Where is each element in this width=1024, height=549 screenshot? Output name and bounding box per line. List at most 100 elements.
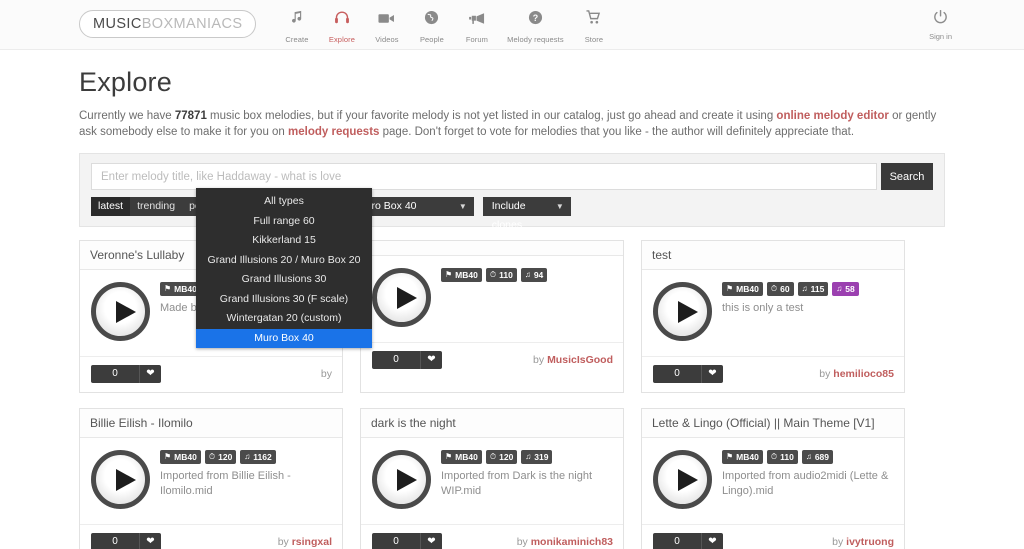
play-button[interactable]: [91, 282, 150, 341]
melody-card-footer: 0 ❤ by: [80, 356, 342, 392]
status-badge-type: ⚑ MB40: [441, 268, 482, 282]
badge-text: MB40: [455, 452, 478, 462]
like-count: 0: [112, 536, 118, 547]
melody-card-footer: 0 ❤ by ivytruong: [642, 524, 904, 549]
play-button[interactable]: [653, 450, 712, 509]
like-button[interactable]: 0 ❤: [653, 533, 723, 549]
melody-badges: ⚑ MB40 ⏱ 120 ♫ 319: [441, 450, 613, 464]
melody-card-footer: 0 ❤ by MusicIsGood: [361, 342, 623, 378]
online-melody-editor-link[interactable]: online melody editor: [776, 110, 888, 122]
melody-author: by hemilioco85: [819, 368, 894, 380]
melody-card-body: ⚑ MB40 ⏱ 110 ♫ 94: [361, 256, 623, 342]
dropdown-option-grand-illusions-30[interactable]: Grand Illusions 30: [196, 270, 372, 290]
sort-tab-latest[interactable]: latest: [91, 197, 131, 216]
melody-card[interactable]: ⚑ MB40 ⏱ 110 ♫ 94 0 ❤ by MusicIsGood: [360, 240, 624, 393]
melody-title: Billie Eilish - Ilomilo: [80, 409, 342, 438]
dropdown-option-grand-illusions-20[interactable]: Grand Illusions 20 / Muro Box 20: [196, 251, 372, 271]
search-input[interactable]: [91, 163, 877, 190]
like-count: 0: [674, 536, 680, 547]
author-link[interactable]: ivytruong: [846, 536, 894, 548]
note-icon: ♫: [524, 270, 531, 279]
melody-type-dropdown-list[interactable]: All types Full range 60 Kikkerland 15 Gr…: [196, 188, 372, 348]
melody-card-footer: 0 ❤ by monikaminich83: [361, 524, 623, 549]
like-button[interactable]: 0 ❤: [91, 533, 161, 549]
melody-title: [361, 241, 623, 256]
nav-item-create[interactable]: Create: [274, 8, 319, 44]
like-button[interactable]: 0 ❤: [372, 351, 442, 369]
like-count: 0: [674, 368, 680, 379]
dropdown-option-wintergatan-20[interactable]: Wintergatan 20 (custom): [196, 309, 372, 329]
melody-count: 77871: [174, 110, 207, 122]
play-button[interactable]: [91, 450, 150, 509]
dropdown-option-kikkerland-15[interactable]: Kikkerland 15: [196, 231, 372, 251]
nav-label-people: People: [419, 35, 444, 44]
sort-tab-trending[interactable]: trending: [130, 197, 182, 216]
like-count: 0: [393, 354, 399, 365]
nav-item-videos[interactable]: Videos: [364, 8, 409, 44]
sign-in-button[interactable]: Sign in: [929, 9, 952, 41]
melody-card-body: ⚑ MB40 ⏱ 110 ♫ 689 Imported from audio2midi…: [642, 438, 904, 524]
nav-item-people[interactable]: People: [409, 8, 454, 44]
tag-icon: ⚑: [445, 270, 453, 279]
nav-item-explore[interactable]: Explore: [319, 8, 364, 44]
note-icon: ♫: [244, 452, 251, 461]
badge-text: 115: [810, 284, 825, 294]
search-row: Search: [91, 163, 933, 190]
like-button[interactable]: 0 ❤: [372, 533, 442, 549]
intro-text-4: page. Don't forget to vote for melodies …: [379, 126, 855, 138]
globe-icon: [409, 10, 454, 32]
like-button[interactable]: 0 ❤: [653, 365, 723, 383]
melody-card-footer: 0 ❤ by hemilioco85: [642, 356, 904, 392]
nav-item-forum[interactable]: Forum: [454, 8, 499, 44]
nav-label-forum: Forum: [465, 35, 488, 44]
badge-text: MB40: [736, 284, 759, 294]
dropdown-option-full-range-60[interactable]: Full range 60: [196, 212, 372, 232]
melody-requests-link[interactable]: melody requests: [288, 126, 379, 138]
status-badge-extra: ♫ 58: [832, 282, 859, 296]
dropdown-option-grand-illusions-30-f[interactable]: Grand Illusions 30 (F scale): [196, 290, 372, 310]
logo-text-secondary: BOXMANIACS: [141, 16, 243, 32]
author-link[interactable]: rsingxal: [292, 536, 332, 548]
heart-icon: ❤: [420, 533, 442, 549]
melody-title: Lette & Lingo (Official) || Main Theme […: [642, 409, 904, 438]
video-camera-icon: [364, 10, 409, 32]
melody-card[interactable]: Billie Eilish - Ilomilo ⚑ MB40 ⏱ 120 ♫ 1162…: [79, 408, 343, 549]
melody-card-body: ⚑ MB40 ⏱ 60 ♫ 115 ♫ 58 this is only a test: [642, 270, 904, 356]
play-button[interactable]: [372, 268, 431, 327]
melody-card[interactable]: test ⚑ MB40 ⏱ 60 ♫ 115 ♫ 58 this is only a t…: [641, 240, 905, 393]
nav-item-melody-requests[interactable]: ? Melody requests: [499, 8, 571, 44]
author-link[interactable]: monikaminich83: [531, 536, 613, 548]
status-badge-notes: ♫ 94: [520, 268, 548, 282]
dropdown-option-muro-box-40[interactable]: Muro Box 40: [196, 328, 372, 348]
melody-title: test: [642, 241, 904, 270]
status-badge-tempo: ⏱ 60: [766, 282, 794, 296]
dropdown-option-all-types[interactable]: All types: [196, 192, 372, 212]
chevron-down-icon: ▼: [458, 202, 467, 211]
melody-card-body: ⚑ MB40 ⏱ 120 ♫ 319 Imported from Dark is th…: [361, 438, 623, 524]
nav-item-store[interactable]: Store: [571, 8, 616, 44]
play-button[interactable]: [653, 282, 712, 341]
status-badge-type: ⚑ MB40: [160, 450, 201, 464]
melody-author: by monikaminich83: [517, 536, 613, 548]
melody-card[interactable]: dark is the night ⚑ MB40 ⏱ 120 ♫ 319 Import…: [360, 408, 624, 549]
author-link[interactable]: hemilioco85: [833, 368, 894, 380]
play-button[interactable]: [372, 450, 431, 509]
like-button[interactable]: 0 ❤: [91, 365, 161, 383]
page-content: Explore Currently we have 77871 music bo…: [0, 67, 1024, 549]
status-badge-type: ⚑ MB40: [722, 450, 763, 464]
by-prefix: by: [320, 368, 332, 380]
clock-icon: ⏱: [770, 452, 778, 461]
melody-description: Imported from Billie Eilish - Ilomilo.mi…: [160, 470, 291, 497]
megaphone-icon: [454, 10, 499, 32]
by-prefix: by: [516, 536, 528, 548]
author-link[interactable]: MusicIsGood: [547, 354, 613, 366]
melody-badges: ⚑ MB40 ⏱ 120 ♫ 1162: [160, 450, 332, 464]
site-logo[interactable]: MUSIC BOXMANIACS: [79, 10, 257, 38]
badge-text: 319: [534, 452, 549, 462]
melody-description: this is only a test: [722, 302, 804, 314]
search-button[interactable]: Search: [881, 163, 933, 190]
tag-icon: ⚑: [164, 284, 172, 293]
melody-card[interactable]: Lette & Lingo (Official) || Main Theme […: [641, 408, 905, 549]
include-clones-select[interactable]: Include clones ▼: [482, 197, 571, 231]
melody-description: Imported from Dark is the night WIP.mid: [441, 470, 593, 497]
